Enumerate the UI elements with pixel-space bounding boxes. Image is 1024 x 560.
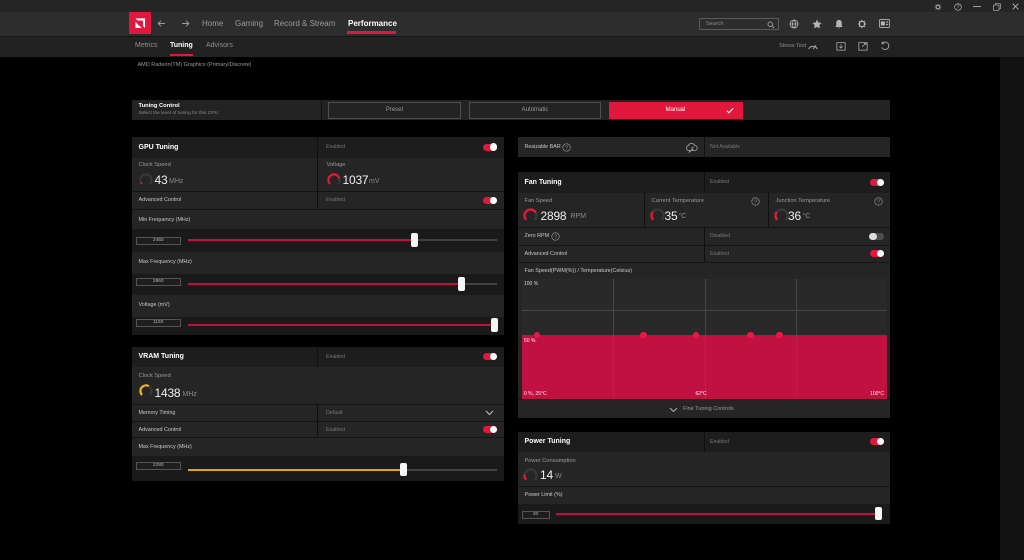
svg-text:?: ?: [877, 199, 880, 205]
svg-text:?: ?: [554, 234, 557, 240]
svg-text:?: ?: [956, 4, 959, 10]
svg-text:?: ?: [754, 199, 757, 205]
svg-text:?: ?: [565, 145, 568, 151]
